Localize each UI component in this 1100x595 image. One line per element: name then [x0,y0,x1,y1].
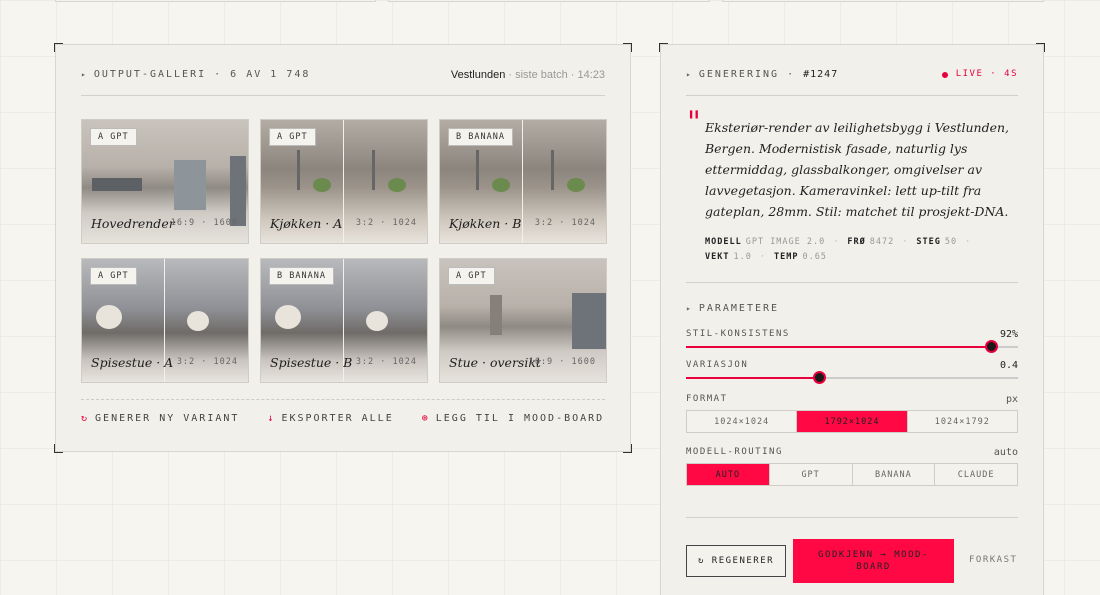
tile-dimensions: 3:2 · 1024 [355,357,417,367]
slider-track[interactable] [686,371,1018,384]
live-dot-icon [941,72,948,78]
export-all-button[interactable]: ↓ EKSPORTER ALLE [267,413,393,424]
caret-right-icon: ▸ [686,70,693,79]
generate-variant-button[interactable]: ↻ GENERER NY VARIANT [81,413,239,424]
tile-caption: Spisestue · A [91,355,174,370]
tile-caption: Kjøkken · A [270,216,343,231]
tile-caption: Hovedrender [91,216,175,231]
tile-dimensions: 3:2 · 1024 [176,357,238,367]
generation-panel: ▸ GENERERING · #1247 LIVE · 4S " Eksteriø… [659,43,1045,595]
generation-header: ▸ GENERERING · #1247 LIVE · 4S [686,69,1018,96]
tile-dimensions: 16:9 · 1600 [528,357,596,367]
discard-button[interactable]: FORKAST [969,555,1017,565]
routing-option[interactable]: AUTO [687,464,770,485]
generation-meta: MODELL GPT IMAGE 2.0 · FRØ 8472 · STEG 50 · VEKT… [705,237,972,262]
model-routing-selector: AUTO GPT BANANA CLAUDE [686,463,1018,486]
model-tag: A GPT [448,267,495,285]
divider [686,282,1018,283]
parameters-title: ▸ PARAMETERE [686,303,780,314]
slider-fill [686,377,819,379]
output-gallery-panel: ▸ OUTPUT-GALLERI · 6 AV 1 748 Vestlunden … [54,43,632,453]
tile-caption: Stue · oversikt [449,355,541,370]
corner-bracket [1036,43,1045,52]
gallery-header: ▸ OUTPUT-GALLERI · 6 AV 1 748 Vestlunden … [81,69,605,96]
routing-label: MODELL-ROUTING auto [686,447,1018,458]
tile-caption: Spisestue · B [270,355,353,370]
corner-bracket [623,444,632,453]
slider-fill [686,346,992,348]
routing-option[interactable]: CLAUDE [935,464,1017,485]
corner-bracket [54,444,63,453]
meta-temp: 0.65 [802,252,827,262]
meta-seed: 8472 [869,237,895,247]
meta-model: GPT IMAGE 2.0 [745,237,826,247]
style-consistency-slider[interactable]: STIL-KONSISTENS 92% [686,329,1018,353]
generation-id: #1247 [803,69,839,80]
variation-slider[interactable]: VARIASJON 0.4 [686,360,1018,384]
batch-timestamp: · siste batch · 14:23 [505,69,605,81]
approve-to-moodboard-button[interactable]: GODKJENN → MOOD-BOARD [793,539,954,583]
prompt-text: Eksteriør-render av leilighetsbygg i Ves… [705,120,1010,219]
model-tag: B BANANA [269,267,334,285]
gallery-tile[interactable]: B BANANA Kjøkken · B 3:2 · 1024 [439,119,607,244]
top-strip-right [722,0,1044,2]
add-to-moodboard-button[interactable]: ⊕ LEGG TIL I MOOD-BOARD [422,413,604,424]
slider-track[interactable] [686,340,1018,353]
model-tag: A GPT [90,267,137,285]
model-tag: A GPT [90,128,137,146]
tile-caption: Kjøkken · B [449,216,522,231]
slider-handle[interactable] [985,340,999,353]
meta-steps: 50 [944,237,958,247]
refresh-icon: ↻ [81,413,90,424]
caret-right-icon: ▸ [81,70,88,79]
gallery-grid: A GPT Hovedrender 16:9 · 1600 A GPT Kjøk… [81,119,607,383]
format-label: FORMAT px [686,394,1018,405]
slider-handle[interactable] [812,371,826,384]
routing-option[interactable]: BANANA [852,464,936,485]
generation-title: ▸ GENERERING · #1247 [686,69,839,80]
format-option[interactable]: 1024×1024 [687,411,798,432]
tile-dimensions: 3:2 · 1024 [534,218,596,228]
corner-bracket [659,43,668,52]
gallery-actions: ↻ GENERER NY VARIANT ↓ EKSPORTER ALLE ⊕ LEG… [81,399,605,424]
download-icon: ↓ [267,413,276,424]
gallery-tile[interactable]: B BANANA Spisestue · B 3:2 · 1024 [260,258,428,383]
top-strip-left [55,0,376,2]
slider-value: 0.4 [999,360,1018,371]
format-selector: 1024×1024 1792×1024 1024×1792 [686,410,1018,433]
routing-option[interactable]: GPT [769,464,853,485]
project-name: Vestlunden [450,69,506,81]
format-option[interactable]: 1024×1792 [907,411,1017,432]
gallery-tile[interactable]: A GPT Spisestue · A 3:2 · 1024 [81,258,249,383]
slider-value: 92% [999,329,1018,340]
corner-bracket [54,43,63,52]
meta-weight: 1.0 [733,252,752,262]
gallery-tile[interactable]: A GPT Hovedrender 16:9 · 1600 [81,119,249,244]
tile-dimensions: 16:9 · 1600 [170,218,238,228]
gallery-title: ▸ OUTPUT-GALLERI · 6 AV 1 748 [81,69,311,80]
tile-dimensions: 3:2 · 1024 [355,218,417,228]
regenerate-button[interactable]: ↻ REGENERER [686,545,786,577]
divider [686,517,1018,518]
top-strip-center [388,0,710,2]
model-tag: B BANANA [448,128,513,146]
corner-bracket [623,43,632,52]
live-status: LIVE · 4S [941,69,1018,95]
format-option[interactable]: 1792×1024 [797,411,908,432]
batch-info: Vestlunden · siste batch · 14:23 [451,69,605,95]
gallery-tile[interactable]: A GPT Kjøkken · A 3:2 · 1024 [260,119,428,244]
caret-right-icon: ▸ [686,304,693,313]
quote-icon: " [687,105,701,140]
model-tag: A GPT [269,128,316,146]
gallery-tile[interactable]: A GPT Stue · oversikt 16:9 · 1600 [439,258,607,383]
plus-circle-icon: ⊕ [421,413,430,424]
